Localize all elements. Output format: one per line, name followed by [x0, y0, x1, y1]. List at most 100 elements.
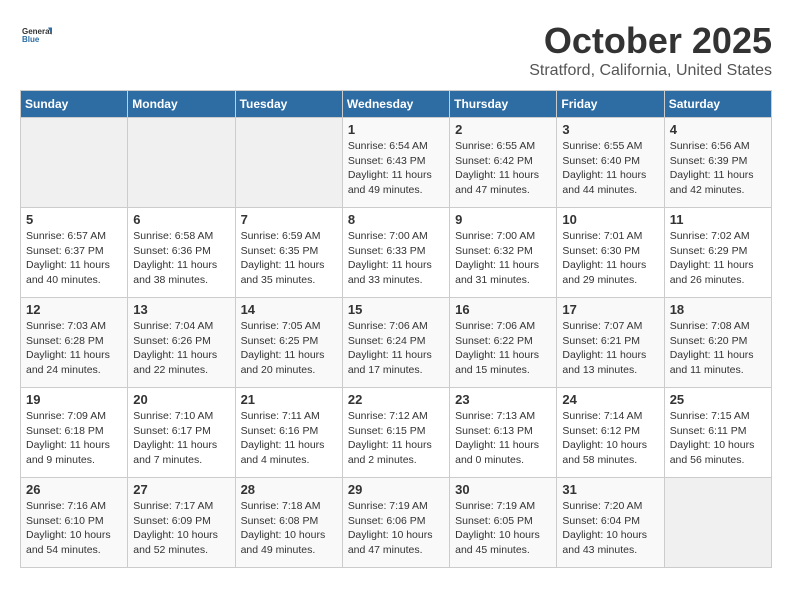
- logo-text: General Blue: [20, 20, 52, 55]
- day-number: 30: [455, 482, 551, 497]
- day-number: 3: [562, 122, 658, 137]
- calendar-cell: 30 Sunrise: 7:19 AMSunset: 6:05 PMDayligh…: [450, 478, 557, 568]
- day-info: Sunrise: 7:11 AMSunset: 6:16 PMDaylight:…: [241, 409, 337, 468]
- calendar-cell: 7 Sunrise: 6:59 AMSunset: 6:35 PMDaylight…: [235, 208, 342, 298]
- calendar-cell: [128, 118, 235, 208]
- day-info: Sunrise: 7:08 AMSunset: 6:20 PMDaylight:…: [670, 319, 766, 378]
- header-monday: Monday: [128, 91, 235, 118]
- day-number: 29: [348, 482, 444, 497]
- calendar-cell: 31 Sunrise: 7:20 AMSunset: 6:04 PMDayligh…: [557, 478, 664, 568]
- day-info: Sunrise: 7:09 AMSunset: 6:18 PMDaylight:…: [26, 409, 122, 468]
- day-number: 27: [133, 482, 229, 497]
- calendar-cell: 4 Sunrise: 6:56 AMSunset: 6:39 PMDaylight…: [664, 118, 771, 208]
- header-saturday: Saturday: [664, 91, 771, 118]
- calendar-cell: 18 Sunrise: 7:08 AMSunset: 6:20 PMDayligh…: [664, 298, 771, 388]
- header-friday: Friday: [557, 91, 664, 118]
- calendar-cell: 21 Sunrise: 7:11 AMSunset: 6:16 PMDayligh…: [235, 388, 342, 478]
- day-info: Sunrise: 7:16 AMSunset: 6:10 PMDaylight:…: [26, 499, 122, 558]
- day-info: Sunrise: 7:13 AMSunset: 6:13 PMDaylight:…: [455, 409, 551, 468]
- day-number: 6: [133, 212, 229, 227]
- day-info: Sunrise: 7:19 AMSunset: 6:05 PMDaylight:…: [455, 499, 551, 558]
- day-number: 28: [241, 482, 337, 497]
- calendar-cell: 15Sunrise: 7:06 AMSunset: 6:24 PMDayligh…: [342, 298, 449, 388]
- week-row-3: 12 Sunrise: 7:03 AMSunset: 6:28 PMDayligh…: [21, 298, 772, 388]
- day-number: 25: [670, 392, 766, 407]
- calendar-cell: 27 Sunrise: 7:17 AMSunset: 6:09 PMDayligh…: [128, 478, 235, 568]
- day-info: Sunrise: 6:55 AMSunset: 6:42 PMDaylight:…: [455, 139, 551, 198]
- day-info: Sunrise: 6:57 AMSunset: 6:37 PMDaylight:…: [26, 229, 122, 288]
- day-info: Sunrise: 7:06 AMSunset: 6:22 PMDaylight:…: [455, 319, 551, 378]
- day-info: Sunrise: 7:03 AMSunset: 6:28 PMDaylight:…: [26, 319, 122, 378]
- page-header: General Blue October 2025 Stratford, Cal…: [20, 20, 772, 80]
- svg-text:Blue: Blue: [22, 35, 40, 44]
- logo: General Blue: [20, 20, 52, 55]
- week-row-4: 19 Sunrise: 7:09 AMSunset: 6:18 PMDayligh…: [21, 388, 772, 478]
- day-number: 4: [670, 122, 766, 137]
- day-info: Sunrise: 7:20 AMSunset: 6:04 PMDaylight:…: [562, 499, 658, 558]
- day-number: 12: [26, 302, 122, 317]
- logo-icon: General Blue: [22, 20, 52, 50]
- calendar-cell: 14 Sunrise: 7:05 AMSunset: 6:25 PMDayligh…: [235, 298, 342, 388]
- calendar-cell: 11Sunrise: 7:02 AMSunset: 6:29 PMDayligh…: [664, 208, 771, 298]
- day-info: Sunrise: 7:00 AMSunset: 6:32 PMDaylight:…: [455, 229, 551, 288]
- calendar-cell: 29 Sunrise: 7:19 AMSunset: 6:06 PMDayligh…: [342, 478, 449, 568]
- day-info: Sunrise: 7:17 AMSunset: 6:09 PMDaylight:…: [133, 499, 229, 558]
- day-number: 14: [241, 302, 337, 317]
- day-number: 19: [26, 392, 122, 407]
- day-info: Sunrise: 7:19 AMSunset: 6:06 PMDaylight:…: [348, 499, 444, 558]
- week-row-1: 1 Sunrise: 6:54 AMSunset: 6:43 PMDaylight…: [21, 118, 772, 208]
- day-number: 24: [562, 392, 658, 407]
- calendar-cell: [664, 478, 771, 568]
- day-number: 21: [241, 392, 337, 407]
- day-info: Sunrise: 6:58 AMSunset: 6:36 PMDaylight:…: [133, 229, 229, 288]
- day-info: Sunrise: 7:07 AMSunset: 6:21 PMDaylight:…: [562, 319, 658, 378]
- day-number: 26: [26, 482, 122, 497]
- calendar-cell: 28 Sunrise: 7:18 AMSunset: 6:08 PMDayligh…: [235, 478, 342, 568]
- day-info: Sunrise: 6:56 AMSunset: 6:39 PMDaylight:…: [670, 139, 766, 198]
- day-number: 22: [348, 392, 444, 407]
- day-number: 8: [348, 212, 444, 227]
- week-row-5: 26 Sunrise: 7:16 AMSunset: 6:10 PMDayligh…: [21, 478, 772, 568]
- day-number: 23: [455, 392, 551, 407]
- day-info: Sunrise: 7:10 AMSunset: 6:17 PMDaylight:…: [133, 409, 229, 468]
- day-number: 10: [562, 212, 658, 227]
- day-number: 9: [455, 212, 551, 227]
- title-block: October 2025 Stratford, California, Unit…: [529, 20, 772, 80]
- calendar-cell: 19 Sunrise: 7:09 AMSunset: 6:18 PMDayligh…: [21, 388, 128, 478]
- day-info: Sunrise: 6:54 AMSunset: 6:43 PMDaylight:…: [348, 139, 444, 198]
- calendar-cell: [235, 118, 342, 208]
- calendar-cell: 22 Sunrise: 7:12 AMSunset: 6:15 PMDayligh…: [342, 388, 449, 478]
- calendar-cell: 9 Sunrise: 7:00 AMSunset: 6:32 PMDaylight…: [450, 208, 557, 298]
- week-row-2: 5 Sunrise: 6:57 AMSunset: 6:37 PMDaylight…: [21, 208, 772, 298]
- calendar-cell: 5 Sunrise: 6:57 AMSunset: 6:37 PMDaylight…: [21, 208, 128, 298]
- calendar-cell: 6 Sunrise: 6:58 AMSunset: 6:36 PMDaylight…: [128, 208, 235, 298]
- calendar-cell: 25Sunrise: 7:15 AMSunset: 6:11 PMDayligh…: [664, 388, 771, 478]
- day-info: Sunrise: 7:05 AMSunset: 6:25 PMDaylight:…: [241, 319, 337, 378]
- calendar-cell: 24Sunrise: 7:14 AMSunset: 6:12 PMDayligh…: [557, 388, 664, 478]
- day-number: 31: [562, 482, 658, 497]
- location: Stratford, California, United States: [529, 62, 772, 80]
- calendar-cell: 20Sunrise: 7:10 AMSunset: 6:17 PMDayligh…: [128, 388, 235, 478]
- calendar-table: SundayMondayTuesdayWednesdayThursdayFrid…: [20, 90, 772, 568]
- day-info: Sunrise: 7:01 AMSunset: 6:30 PMDaylight:…: [562, 229, 658, 288]
- header-row: SundayMondayTuesdayWednesdayThursdayFrid…: [21, 91, 772, 118]
- calendar-cell: 13 Sunrise: 7:04 AMSunset: 6:26 PMDayligh…: [128, 298, 235, 388]
- day-info: Sunrise: 7:04 AMSunset: 6:26 PMDaylight:…: [133, 319, 229, 378]
- day-number: 7: [241, 212, 337, 227]
- day-number: 18: [670, 302, 766, 317]
- day-info: Sunrise: 7:18 AMSunset: 6:08 PMDaylight:…: [241, 499, 337, 558]
- day-number: 15: [348, 302, 444, 317]
- calendar-cell: 12 Sunrise: 7:03 AMSunset: 6:28 PMDayligh…: [21, 298, 128, 388]
- header-sunday: Sunday: [21, 91, 128, 118]
- day-number: 5: [26, 212, 122, 227]
- day-number: 1: [348, 122, 444, 137]
- day-info: Sunrise: 6:59 AMSunset: 6:35 PMDaylight:…: [241, 229, 337, 288]
- day-number: 17: [562, 302, 658, 317]
- calendar-cell: 26 Sunrise: 7:16 AMSunset: 6:10 PMDayligh…: [21, 478, 128, 568]
- day-info: Sunrise: 7:12 AMSunset: 6:15 PMDaylight:…: [348, 409, 444, 468]
- day-number: 16: [455, 302, 551, 317]
- calendar-cell: 2Sunrise: 6:55 AMSunset: 6:42 PMDaylight…: [450, 118, 557, 208]
- calendar-cell: 1 Sunrise: 6:54 AMSunset: 6:43 PMDaylight…: [342, 118, 449, 208]
- day-number: 13: [133, 302, 229, 317]
- day-info: Sunrise: 7:02 AMSunset: 6:29 PMDaylight:…: [670, 229, 766, 288]
